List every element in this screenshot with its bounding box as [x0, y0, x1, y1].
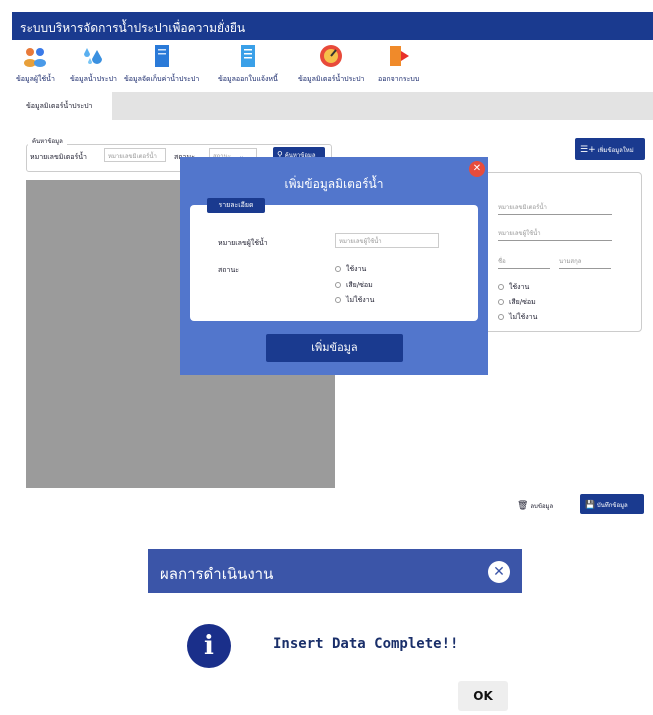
modal-status-label: สถานะ: [218, 266, 239, 274]
meter-gauge-icon: [320, 45, 343, 67]
add-new-button[interactable]: ☰+ เพิ่มข้อมูลใหม่: [575, 138, 645, 160]
modal-status-inactive-label: ไม่ใช้งาน: [346, 296, 375, 304]
panel-firstname-field[interactable]: ชื่อ: [498, 256, 550, 269]
modal-form-card: [190, 205, 478, 321]
modal-status-active-label: ใช้งาน: [346, 265, 367, 273]
radio-circle-icon: [335, 282, 341, 288]
water-drops-icon: [84, 48, 103, 64]
modal-status-broken-label: เสีย/ซ่อม: [346, 281, 373, 289]
delete-button[interactable]: 🗑 ลบข้อมูล: [517, 501, 553, 511]
save-label: บันทึกข้อมูล: [596, 502, 628, 509]
tab-strip: ข้อมูลมิเตอร์น้ำประปา: [12, 92, 653, 120]
dialog-close-icon[interactable]: ✕: [488, 561, 510, 583]
meter-detail-panel: [484, 172, 642, 332]
modal-user-input[interactable]: หมายเลขผู้ใช้น้ำ: [335, 233, 439, 248]
save-button[interactable]: 💾 บันทึกข้อมูล: [580, 494, 644, 514]
app-title: ระบบบริหารจัดการน้ำประปาเพื่อความยั่งยืน: [20, 21, 246, 35]
toolbar-invoice-button[interactable]: ข้อมูลออกใบแจ้งหนี้: [218, 44, 278, 85]
panel-user-field[interactable]: หมายเลขผู้ใช้น้ำ: [498, 228, 612, 241]
result-dialog-header: ผลการดำเนินงาน: [148, 549, 522, 593]
document-icon: [154, 45, 169, 67]
panel-lastname-field[interactable]: นามสกุล: [559, 256, 611, 269]
tab-meter-data-label: ข้อมูลมิเตอร์น้ำประปา: [26, 102, 93, 110]
toolbar-meter-button[interactable]: ข้อมูลมิเตอร์น้ำประปา: [298, 44, 364, 85]
radio-circle-icon: [498, 284, 504, 290]
panel-status-inactive-label: ไม่ใช้งาน: [509, 313, 538, 321]
panel-status-active-label: ใช้งาน: [509, 283, 530, 291]
modal-status-inactive[interactable]: ไม่ใช้งาน: [335, 295, 374, 306]
ok-button[interactable]: OK: [458, 681, 508, 711]
search-meter-input[interactable]: หมายเลขมิเตอร์น้ำ: [104, 148, 166, 162]
modal-user-label: หมายเลขผู้ใช้น้ำ: [218, 239, 268, 247]
toolbar-users-button[interactable]: ข้อมูลผู้ใช้น้ำ: [16, 44, 55, 85]
toolbar-water-button[interactable]: ข้อมูลน้ำประปา: [70, 44, 117, 85]
tab-meter-data[interactable]: ข้อมูลมิเตอร์น้ำประปา: [12, 92, 112, 120]
modal-detail-tab[interactable]: รายละเอียด: [207, 198, 265, 213]
panel-status-broken-label: เสีย/ซ่อม: [509, 298, 536, 306]
toolbar-meter-label: ข้อมูลมิเตอร์น้ำประปา: [298, 75, 365, 83]
delete-label: ลบข้อมูล: [530, 503, 554, 510]
modal-status-active[interactable]: ใช้งาน: [335, 264, 366, 275]
modal-close-icon[interactable]: ✕: [469, 161, 485, 177]
toolbar-invoice-label: ข้อมูลออกใบแจ้งหนี้: [218, 75, 278, 83]
info-icon: i: [187, 624, 231, 668]
modal-status-broken[interactable]: เสีย/ซ่อม: [335, 280, 373, 291]
logout-door-icon: [389, 46, 409, 66]
main-toolbar: ข้อมูลผู้ใช้น้ำ ข้อมูลน้ำประปา ข้อมูลจัด…: [12, 40, 430, 92]
toolbar-fee-label: ข้อมูลจัดเก็บค่าน้ำประปา: [124, 75, 200, 83]
radio-circle-icon: [498, 299, 504, 305]
toolbar-water-label: ข้อมูลน้ำประปา: [70, 75, 117, 83]
add-new-label: เพิ่มข้อมูลใหม่: [597, 147, 634, 154]
search-meter-label: หมายเลขมิเตอร์น้ำ: [30, 153, 87, 161]
panel-status-active[interactable]: ใช้งาน: [498, 282, 529, 293]
panel-status-inactive[interactable]: ไม่ใช้งาน: [498, 312, 537, 323]
search-legend: ค้นหาข้อมูล: [28, 136, 67, 146]
result-dialog-title: ผลการดำเนินงาน: [160, 565, 274, 583]
toolbar-logout-button[interactable]: ออกจากระบบ: [378, 44, 419, 85]
panel-status-broken[interactable]: เสีย/ซ่อม: [498, 297, 536, 308]
app-title-bar: ระบบบริหารจัดการน้ำประปาเพื่อความยั่งยืน: [12, 12, 653, 40]
invoice-icon: [240, 45, 255, 67]
modal-title: เพิ่มข้อมูลมิเตอร์น้ำ: [284, 177, 384, 191]
radio-circle-icon: [498, 314, 504, 320]
trash-icon: 🗑: [517, 501, 529, 511]
users-icon: [24, 48, 47, 67]
radio-circle-icon: [335, 297, 341, 303]
toolbar-users-label: ข้อมูลผู้ใช้น้ำ: [16, 75, 55, 83]
modal-add-button[interactable]: เพิ่มข้อมูล: [266, 334, 403, 362]
panel-meter-field[interactable]: หมายเลขมิเตอร์น้ำ: [498, 202, 612, 215]
toolbar-fee-button[interactable]: ข้อมูลจัดเก็บค่าน้ำประปา: [124, 44, 199, 85]
save-icon: 💾: [585, 500, 595, 509]
add-list-icon: ☰+: [580, 145, 596, 155]
radio-circle-icon: [335, 266, 341, 272]
toolbar-logout-label: ออกจากระบบ: [378, 75, 420, 83]
result-message: Insert Data Complete!!: [273, 636, 459, 652]
